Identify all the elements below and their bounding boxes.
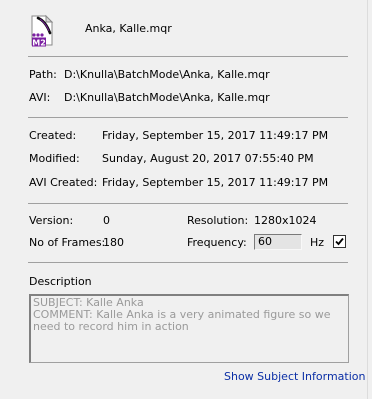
created-value: Friday, September 15, 2017 11:49:17 PM xyxy=(102,129,329,142)
panel-edge xyxy=(367,0,368,399)
frames-value: 180 xyxy=(103,236,124,249)
resolution-label: Resolution: xyxy=(187,214,249,227)
divider xyxy=(28,56,348,57)
frames-label: No of Frames: xyxy=(29,236,106,249)
description-comment: COMMENT: Kalle Anka is a very animated f… xyxy=(33,308,331,333)
avi-created-label: AVI Created: xyxy=(29,176,98,189)
file-name: Anka, Kalle.mqr xyxy=(85,22,172,35)
checkmark-icon xyxy=(335,237,344,246)
divider xyxy=(28,262,348,263)
frequency-label: Frequency: xyxy=(187,236,247,249)
avi-label: AVI: xyxy=(29,91,51,104)
frequency-unit: Hz xyxy=(310,236,325,249)
path-value: D:\Knulla\BatchMode\Anka, Kalle.mqr xyxy=(64,68,270,81)
file-properties-panel: M2 Anka, Kalle.mqr Path: D:\Knulla\Batch… xyxy=(0,0,372,399)
avi-value: D:\Knulla\BatchMode\Anka, Kalle.mqr xyxy=(64,91,270,104)
frequency-checkbox[interactable] xyxy=(333,235,346,248)
icon-badge-text: M2 xyxy=(32,38,46,47)
show-subject-information-link[interactable]: Show Subject Information xyxy=(224,370,365,384)
created-label: Created: xyxy=(29,129,77,142)
version-label: Version: xyxy=(29,214,74,227)
modified-value: Sunday, August 20, 2017 07:55:40 PM xyxy=(102,152,314,165)
avi-created-value: Friday, September 15, 2017 11:49:17 PM xyxy=(102,176,329,189)
frequency-input[interactable]: 60 xyxy=(254,234,302,250)
divider xyxy=(28,117,348,118)
motion-file-icon: M2 xyxy=(29,14,55,48)
resolution-value: 1280x1024 xyxy=(254,214,317,227)
description-label: Description xyxy=(29,275,92,288)
description-textarea[interactable]: SUBJECT: Kalle Anka COMMENT: Kalle Anka … xyxy=(29,294,349,363)
divider xyxy=(28,203,348,204)
modified-label: Modified: xyxy=(29,152,80,165)
path-label: Path: xyxy=(29,68,57,81)
version-value: 0 xyxy=(103,214,110,227)
